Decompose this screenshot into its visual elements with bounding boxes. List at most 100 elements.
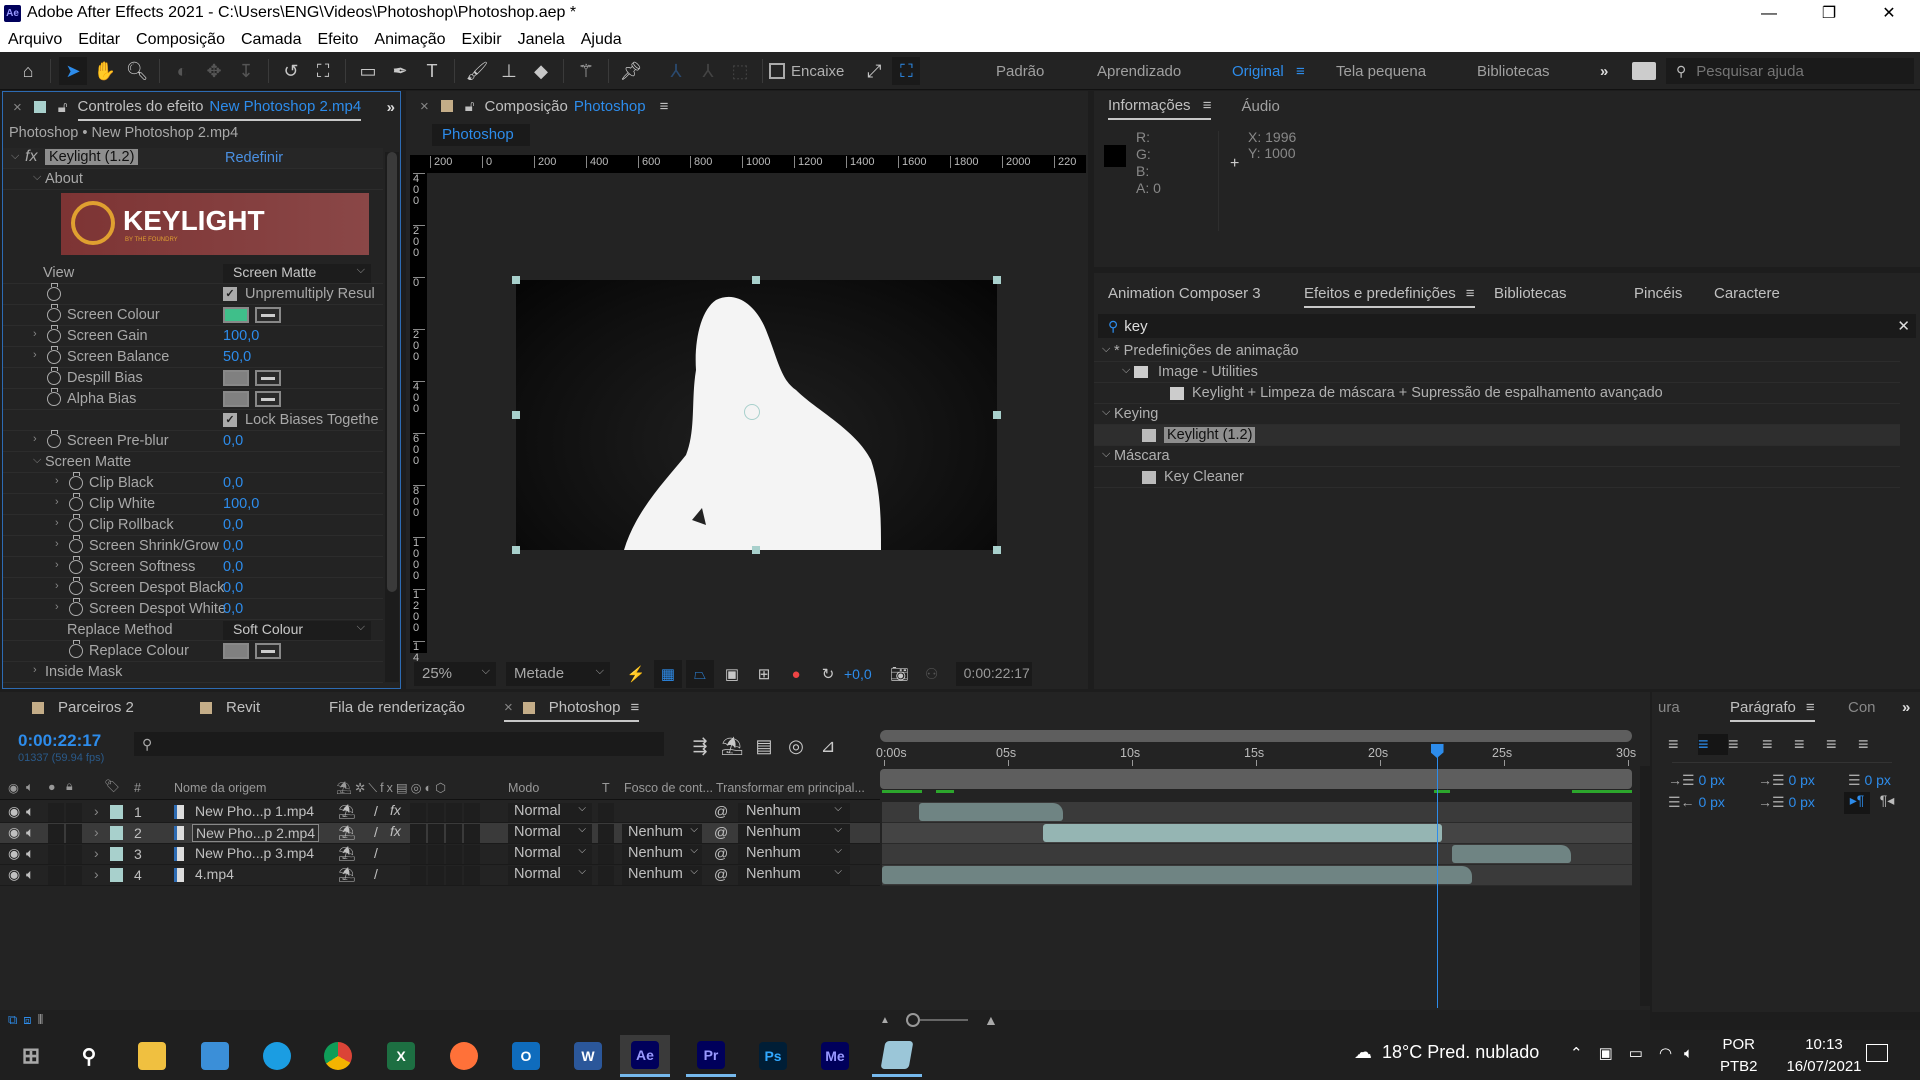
layer-label-color[interactable] (110, 868, 123, 882)
switch-cell[interactable] (428, 845, 444, 864)
column-source-name[interactable]: Nome da origem (174, 781, 266, 795)
chevron-right-icon[interactable]: › (55, 538, 59, 550)
switch-cell[interactable] (464, 824, 480, 843)
replace-method-dropdown[interactable]: Soft Colour ⌵ (223, 621, 371, 640)
clip-black-value[interactable]: 0,0 (223, 475, 243, 491)
solo-cell[interactable] (48, 845, 64, 864)
panel-menu-icon[interactable]: ≡ (660, 98, 669, 115)
chevron-right-icon[interactable]: › (55, 475, 59, 487)
zoom-slider-thumb[interactable] (906, 1013, 920, 1027)
frame-blending-icon[interactable]: ▤ (750, 732, 778, 760)
switch-cell[interactable] (410, 845, 426, 864)
pick-whip-icon[interactable]: @ (714, 845, 728, 861)
blend-mode-dropdown[interactable]: Normal ⌵ (508, 824, 592, 843)
timeline-current-time[interactable]: 0:00:22:17 (18, 731, 101, 751)
tab-partial[interactable]: ura (1658, 699, 1680, 716)
zoom-slider-track[interactable] (920, 1019, 968, 1021)
mask-visibility-icon[interactable]: ⏢ (686, 660, 714, 688)
eyedropper-icon[interactable] (255, 307, 281, 323)
quality-switch-icon[interactable]: / (374, 845, 378, 861)
pick-whip-icon[interactable]: @ (714, 803, 728, 819)
lock-cell[interactable] (66, 845, 82, 864)
switch-cell[interactable] (410, 803, 426, 822)
tray-chevron-up-icon[interactable]: ⌃ (1570, 1044, 1583, 1062)
zoom-in-icon[interactable]: ▲ (984, 1012, 998, 1028)
chrome-icon[interactable] (313, 1035, 363, 1077)
shy-switch-icon[interactable]: ⛱ (338, 866, 356, 883)
layer-name[interactable]: New Pho...p 1.mp4 (192, 803, 317, 819)
scrollbar-track[interactable] (385, 152, 399, 682)
view-dropdown[interactable]: Screen Matte ⌵ (223, 264, 371, 283)
rotate-tool-icon[interactable]: ↺ (277, 57, 305, 85)
group-screen-matte[interactable]: ⌵ Screen Matte (3, 452, 383, 473)
align-right-icon[interactable]: ≡ (1728, 734, 1762, 755)
transform-handle[interactable] (752, 276, 760, 284)
layer-name[interactable]: 4.mp4 (192, 866, 237, 882)
chevron-down-icon[interactable]: ⌵ (1102, 406, 1110, 419)
firefox-icon[interactable] (439, 1035, 489, 1077)
effects-search-box[interactable]: ⚲ ✕ (1098, 314, 1916, 338)
transform-handle[interactable] (993, 411, 1001, 419)
screen-preblur-value[interactable]: 0,0 (223, 433, 243, 449)
layer-row[interactable]: ◉ 🔈︎ › 3 New Pho...p 3.mp4 ⛱ / Normal ⌵ Nenhum ⌵ @ N… (0, 844, 880, 865)
chevron-right-icon[interactable]: › (33, 328, 37, 340)
snap-grid-icon[interactable]: ⛶ (892, 57, 921, 85)
justify-right-icon[interactable]: ≡ (1826, 734, 1858, 755)
audio-speaker-icon[interactable]: 🔈︎ (26, 866, 34, 883)
notepad-icon[interactable] (872, 1035, 922, 1077)
current-time-display[interactable]: 0:00:22:17 (955, 662, 1032, 686)
eyedropper-icon[interactable] (255, 370, 281, 386)
switch-cell[interactable] (446, 803, 462, 822)
workspace-tela-pequena[interactable]: Tela pequena (1336, 63, 1426, 80)
chevron-down-icon[interactable]: ⌵ (1122, 364, 1130, 377)
solo-cell[interactable] (48, 824, 64, 843)
word-icon[interactable]: W (563, 1035, 613, 1077)
menu-camada[interactable]: Camada (241, 31, 301, 49)
effects-tree-item[interactable]: ⌵ Keying (1094, 404, 1900, 425)
clip-white-value[interactable]: 100,0 (223, 496, 259, 512)
layer-switches-toggle-icon[interactable]: ⧉ (8, 1012, 17, 1028)
close-button[interactable]: ✕ (1866, 0, 1912, 28)
chevron-right-icon[interactable]: › (33, 664, 37, 676)
anchor-point-tool-icon[interactable]: ⛶ (309, 57, 337, 85)
layer-row[interactable]: ◉ 🔈︎ › 4 4.mp4 ⛱ / Normal ⌵ Nenhum ⌵ @ Nenhum ⌵ (0, 865, 880, 886)
layer-label-color[interactable] (110, 805, 123, 819)
lock-icon[interactable]: 🔓︎ (58, 99, 68, 116)
audio-speaker-icon[interactable]: 🔈︎ (26, 845, 34, 862)
quality-switch-icon[interactable]: / (374, 824, 378, 840)
shy-layers-icon[interactable]: ⛱ (718, 732, 746, 760)
pick-whip-icon[interactable]: @ (714, 866, 728, 882)
despot-black-value[interactable]: 0,0 (223, 580, 243, 596)
eraser-tool-icon[interactable]: ◆ (527, 57, 555, 85)
softness-value[interactable]: 0,0 (223, 559, 243, 575)
space-after-field[interactable]: →☰ 0 px (1758, 794, 1815, 811)
transform-handle[interactable] (993, 546, 1001, 554)
switch-cell[interactable] (446, 845, 462, 864)
comp-flowchart-tab[interactable]: Photoshop (432, 124, 530, 146)
screen-gain-value[interactable]: 100,0 (223, 328, 259, 344)
tab-parceiros-2[interactable]: Parceiros 2 (32, 699, 134, 716)
video-eye-icon[interactable]: ◉ (8, 845, 20, 862)
stopwatch-icon[interactable] (69, 556, 83, 574)
shy-switch-icon[interactable]: ⛱ (338, 824, 356, 841)
work-area-bar[interactable] (880, 769, 1632, 789)
stopwatch-icon[interactable] (47, 430, 61, 448)
switch-cell[interactable] (428, 824, 444, 843)
roto-brush-icon[interactable]: ⚚ (572, 57, 600, 85)
taskbar-search-icon[interactable]: ⚲ (64, 1035, 114, 1077)
menu-ajuda[interactable]: Ajuda (581, 31, 622, 49)
video-eye-icon[interactable]: ◉ (8, 824, 20, 841)
hand-tool-icon[interactable]: ✋ (91, 57, 119, 85)
world-axis-icon[interactable]: ⅄ (694, 57, 722, 85)
menu-composicao[interactable]: Composição (136, 31, 225, 49)
outlook-icon[interactable]: O (501, 1035, 551, 1077)
taskbar-media-encoder[interactable]: Me (810, 1035, 860, 1077)
chevron-down-icon[interactable]: ⌵ (1102, 343, 1110, 356)
stopwatch-icon[interactable] (69, 640, 83, 658)
tab-revit[interactable]: Revit (200, 699, 260, 716)
expand-chevron-icon[interactable]: › (94, 845, 99, 861)
help-search-input[interactable] (1696, 62, 1897, 80)
brush-tool-icon[interactable]: 🖌︎ (463, 57, 491, 85)
clock[interactable]: 10:13 16/07/2021 (1784, 1034, 1864, 1078)
workspace-bibliotecas[interactable]: Bibliotecas (1477, 63, 1550, 80)
